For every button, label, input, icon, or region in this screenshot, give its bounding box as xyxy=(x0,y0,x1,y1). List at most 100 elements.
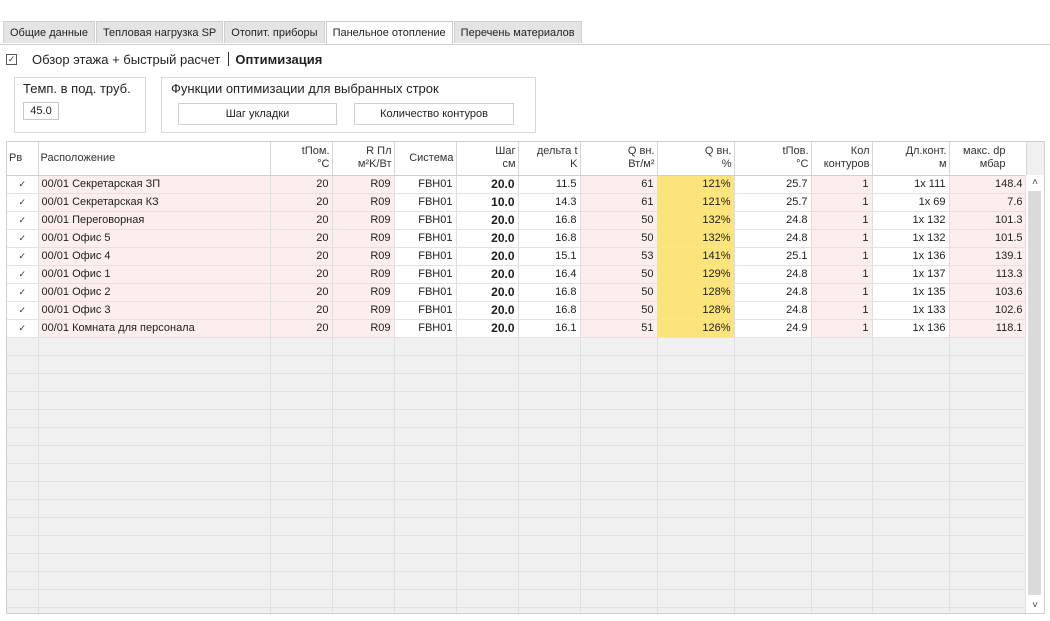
empty-cell xyxy=(811,445,873,464)
col-floor-resistance[interactable]: R Пл м²K/Вт xyxy=(332,142,395,176)
empty-cell xyxy=(38,427,271,446)
col-q-wm2[interactable]: Q вн. Вт/м² xyxy=(580,142,658,176)
col-circuit-length[interactable]: Дл.конт. м xyxy=(872,142,950,176)
table-row[interactable]: ✓ 00/01 Офис 1 20 R09 FBH01 20.0 16.4 50 129% 24.… xyxy=(7,265,1027,284)
empty-cell xyxy=(456,517,519,536)
empty-cell xyxy=(7,427,39,446)
cell-step: 20.0 xyxy=(456,301,519,320)
empty-cell xyxy=(580,535,658,554)
empty-cell xyxy=(949,337,1027,356)
col-room-temp[interactable]: tПом. °C xyxy=(270,142,333,176)
col-circuits[interactable]: Кол контуров xyxy=(811,142,873,176)
table-row[interactable]: ✓ 00/01 Переговорная 20 R09 FBH01 20.0 16.8 50 1… xyxy=(7,211,1027,230)
chevron-down-icon[interactable]: ✓ xyxy=(7,319,39,338)
cell-max-dp: 103.6 xyxy=(949,283,1027,302)
overview-checkbox[interactable]: ✓ xyxy=(6,53,17,65)
empty-cell xyxy=(872,517,950,536)
empty-cell xyxy=(734,337,812,356)
empty-cell xyxy=(38,409,271,428)
empty-cell xyxy=(38,535,271,554)
tab-heat-load[interactable]: Тепловая нагрузка SP xyxy=(95,21,224,43)
empty-cell xyxy=(657,607,735,613)
empty-cell xyxy=(734,553,812,572)
cell-surface-temp: 25.1 xyxy=(734,247,812,266)
chevron-down-icon[interactable]: ✓ xyxy=(7,301,39,320)
supply-temp-input[interactable]: 45.0 xyxy=(23,102,59,120)
chevron-down-icon[interactable]: ✓ xyxy=(7,175,39,194)
cell-step: 20.0 xyxy=(456,175,519,194)
table-row[interactable]: ✓ 00/01 Офис 4 20 R09 FBH01 20.0 15.1 53 141% 25.… xyxy=(7,247,1027,266)
empty-cell xyxy=(270,517,333,536)
empty-cell xyxy=(518,535,581,554)
empty-cell xyxy=(270,445,333,464)
cell-delta-t: 14.3 xyxy=(518,193,581,212)
vertical-scrollbar[interactable]: ˄ ˅ xyxy=(1025,175,1044,613)
empty-cell xyxy=(872,427,950,446)
tab-general[interactable]: Общие данные xyxy=(3,21,95,43)
empty-cell xyxy=(518,427,581,446)
cell-room-temp: 20 xyxy=(270,283,333,302)
tab-radiators[interactable]: Отопит. приборы xyxy=(224,21,325,43)
cell-max-dp: 102.6 xyxy=(949,301,1027,320)
empty-cell xyxy=(270,373,333,392)
empty-cell xyxy=(657,589,735,608)
col-delta-t[interactable]: дельта tK xyxy=(518,142,581,176)
cell-system: FBH01 xyxy=(394,211,457,230)
empty-cell xyxy=(518,589,581,608)
circuits-count-button[interactable]: Количество контуров xyxy=(354,103,514,125)
empty-cell xyxy=(7,499,39,518)
empty-cell xyxy=(580,337,658,356)
empty-cell xyxy=(270,391,333,410)
table-row[interactable]: ✓ 00/01 Комната для персонала 20 R09 FBH01 20… xyxy=(7,319,1027,338)
chevron-down-icon[interactable]: ˅ xyxy=(1026,599,1044,613)
empty-cell xyxy=(7,481,39,500)
empty-cell xyxy=(456,589,519,608)
table-row[interactable]: ✓ 00/01 Офис 5 20 R09 FBH01 20.0 16.8 50 132% 24.… xyxy=(7,229,1027,248)
col-system[interactable]: Система xyxy=(394,142,457,176)
chevron-down-icon[interactable]: ✓ xyxy=(7,229,39,248)
empty-cell xyxy=(394,427,457,446)
empty-cell xyxy=(734,571,812,590)
col-step[interactable]: Шаг см xyxy=(456,142,519,176)
empty-cell xyxy=(949,517,1027,536)
cell-max-dp: 101.5 xyxy=(949,229,1027,248)
chevron-up-icon[interactable]: ˄ xyxy=(1026,176,1044,190)
cell-surface-temp: 24.8 xyxy=(734,283,812,302)
cell-q-percent: 141% xyxy=(657,247,735,266)
scrollbar-thumb[interactable] xyxy=(1028,191,1041,595)
empty-cell xyxy=(872,553,950,572)
cell-system: FBH01 xyxy=(394,247,457,266)
empty-cell xyxy=(7,409,39,428)
empty-cell xyxy=(657,391,735,410)
table-row[interactable]: ✓ 00/01 Офис 2 20 R09 FBH01 20.0 16.8 50 128% 24.… xyxy=(7,283,1027,302)
tab-materials[interactable]: Перечень материалов xyxy=(453,21,582,43)
col-location[interactable]: Расположение xyxy=(38,142,271,176)
empty-cell xyxy=(811,553,873,572)
col-rv[interactable]: Рв xyxy=(7,142,39,176)
empty-cell xyxy=(518,499,581,518)
empty-row xyxy=(7,499,1027,518)
cell-floor-resistance: R09 xyxy=(332,193,395,212)
table-row[interactable]: ✓ 00/01 Секретарская КЗ 20 R09 FBH01 10.0 14.3… xyxy=(7,193,1027,212)
check-icon: ✓ xyxy=(7,53,16,64)
empty-cell xyxy=(38,589,271,608)
chevron-down-icon[interactable]: ✓ xyxy=(7,247,39,266)
col-surface-temp[interactable]: tПов. °C xyxy=(734,142,812,176)
chevron-down-icon[interactable]: ✓ xyxy=(7,283,39,302)
col-q-percent[interactable]: Q вн.% xyxy=(657,142,735,176)
chevron-down-icon[interactable]: ✓ xyxy=(7,265,39,284)
chevron-down-icon[interactable]: ✓ xyxy=(7,211,39,230)
col-max-dp[interactable]: макс. dp мбар xyxy=(949,142,1027,176)
cell-circuit-length: 1x 137 xyxy=(872,265,950,284)
cell-floor-resistance: R09 xyxy=(332,283,395,302)
cell-system: FBH01 xyxy=(394,193,457,212)
laying-step-button[interactable]: Шаг укладки xyxy=(178,103,337,125)
tab-panel-heating[interactable]: Панельное отопление xyxy=(325,21,453,45)
cell-room-temp: 20 xyxy=(270,247,333,266)
empty-cell xyxy=(949,409,1027,428)
empty-row xyxy=(7,571,1027,590)
empty-cell xyxy=(456,445,519,464)
table-row[interactable]: ✓ 00/01 Секретарская ЗП 20 R09 FBH01 20.0 11.5… xyxy=(7,175,1027,194)
chevron-down-icon[interactable]: ✓ xyxy=(7,193,39,212)
table-row[interactable]: ✓ 00/01 Офис 3 20 R09 FBH01 20.0 16.8 50 128% 24.… xyxy=(7,301,1027,320)
